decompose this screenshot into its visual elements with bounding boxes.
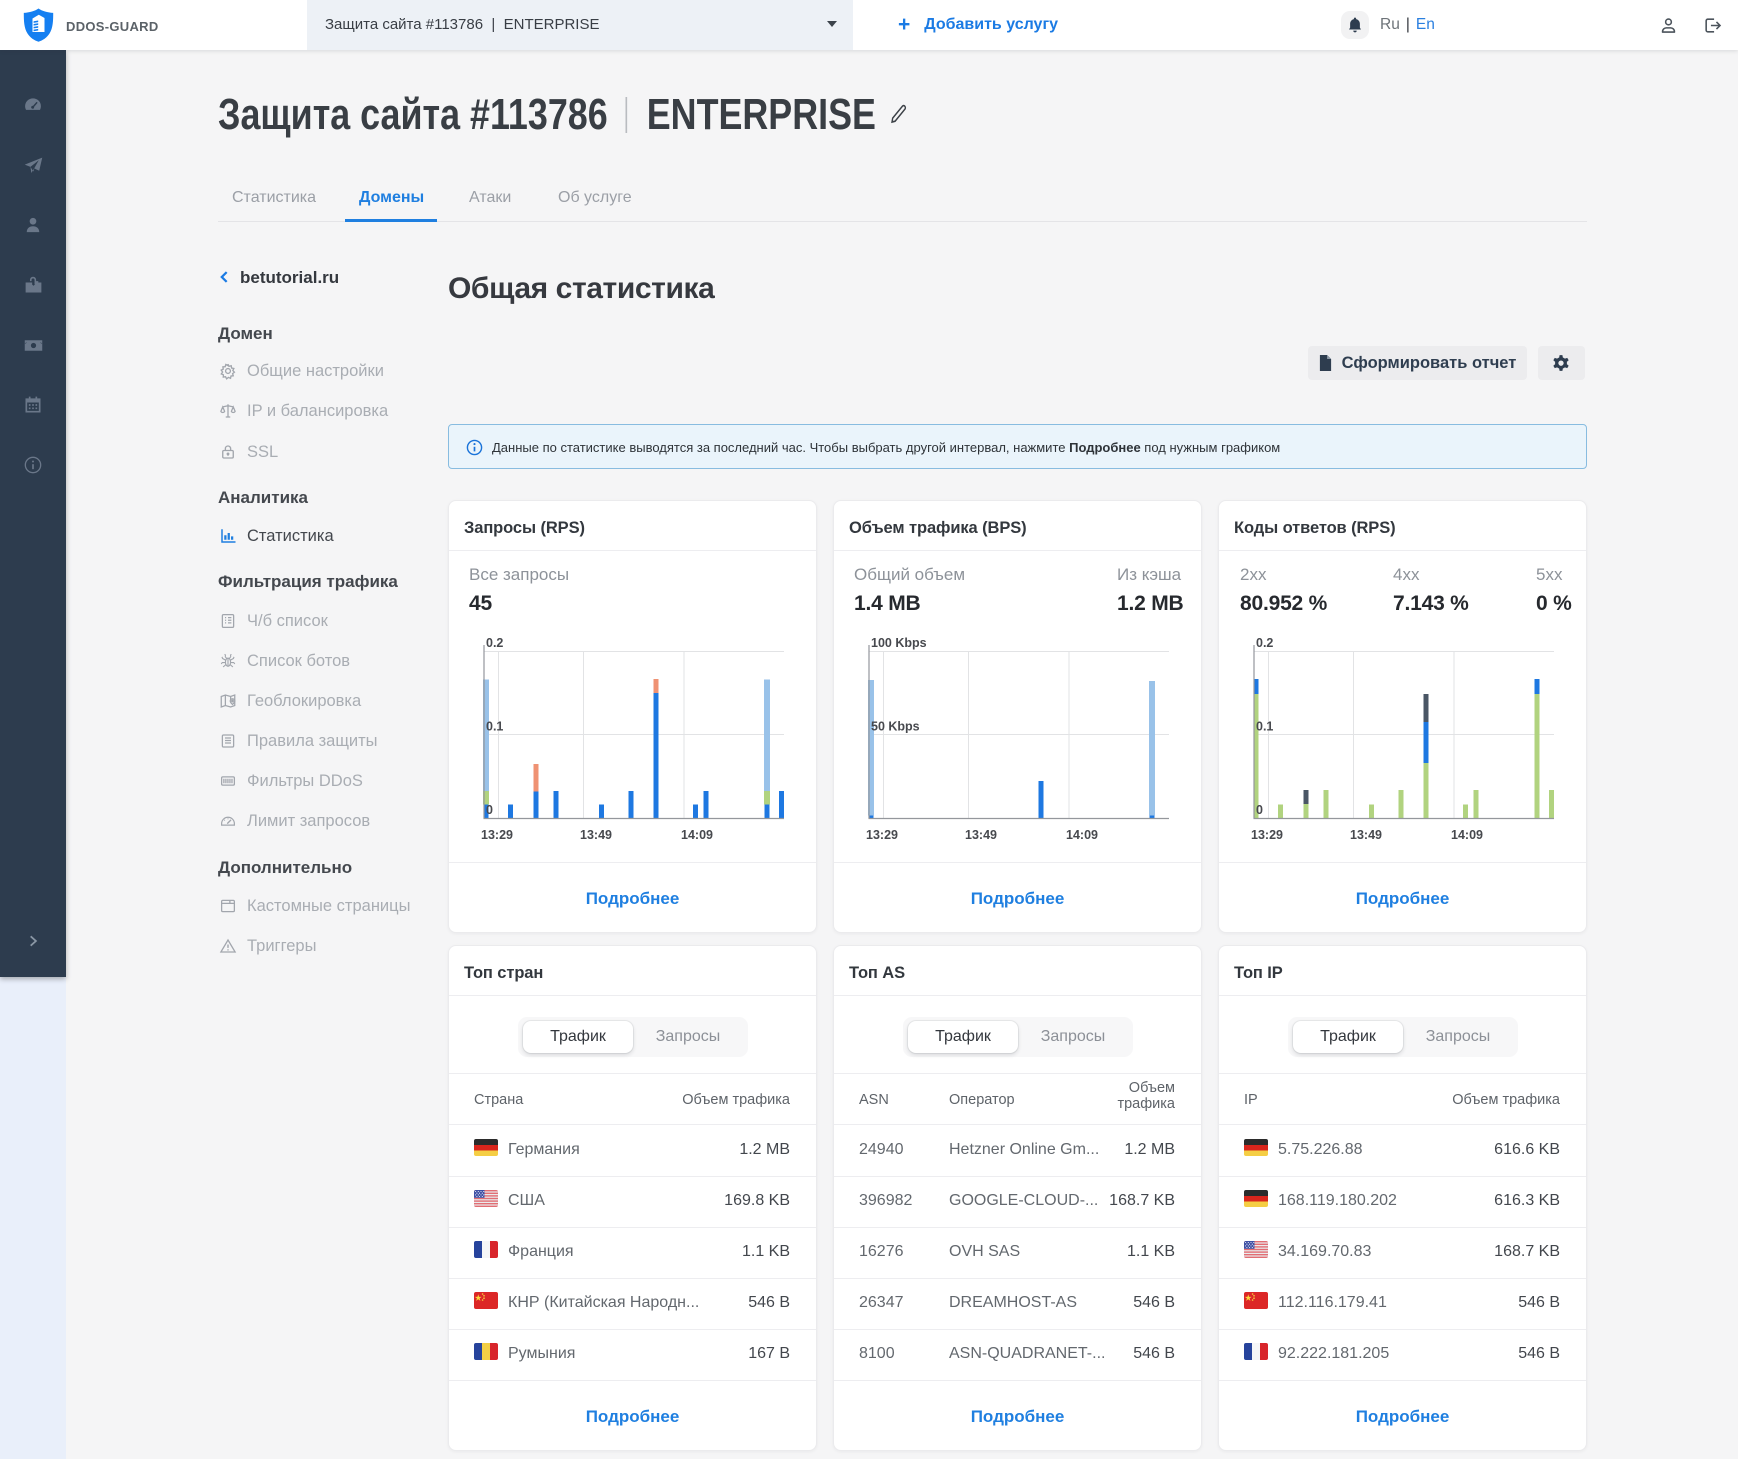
svg-text:13:49: 13:49 — [1350, 828, 1382, 842]
svg-text:13:29: 13:29 — [481, 828, 513, 842]
svg-text:50 Kbps: 50 Kbps — [871, 720, 920, 734]
svg-text:14:09: 14:09 — [1066, 828, 1098, 842]
svg-text:0.1: 0.1 — [1256, 720, 1273, 734]
svg-text:100 Kbps: 100 Kbps — [871, 636, 927, 650]
svg-text:13:49: 13:49 — [580, 828, 612, 842]
svg-text:14:09: 14:09 — [681, 828, 713, 842]
svg-text:13:29: 13:29 — [866, 828, 898, 842]
svg-text:14:09: 14:09 — [1451, 828, 1483, 842]
svg-text:13:49: 13:49 — [965, 828, 997, 842]
svg-text:0: 0 — [1256, 803, 1263, 817]
svg-text:0.2: 0.2 — [1256, 636, 1273, 650]
svg-text:0.1: 0.1 — [486, 720, 503, 734]
svg-text:0: 0 — [486, 803, 493, 817]
svg-text:0.2: 0.2 — [486, 636, 503, 650]
svg-text:13:29: 13:29 — [1251, 828, 1283, 842]
